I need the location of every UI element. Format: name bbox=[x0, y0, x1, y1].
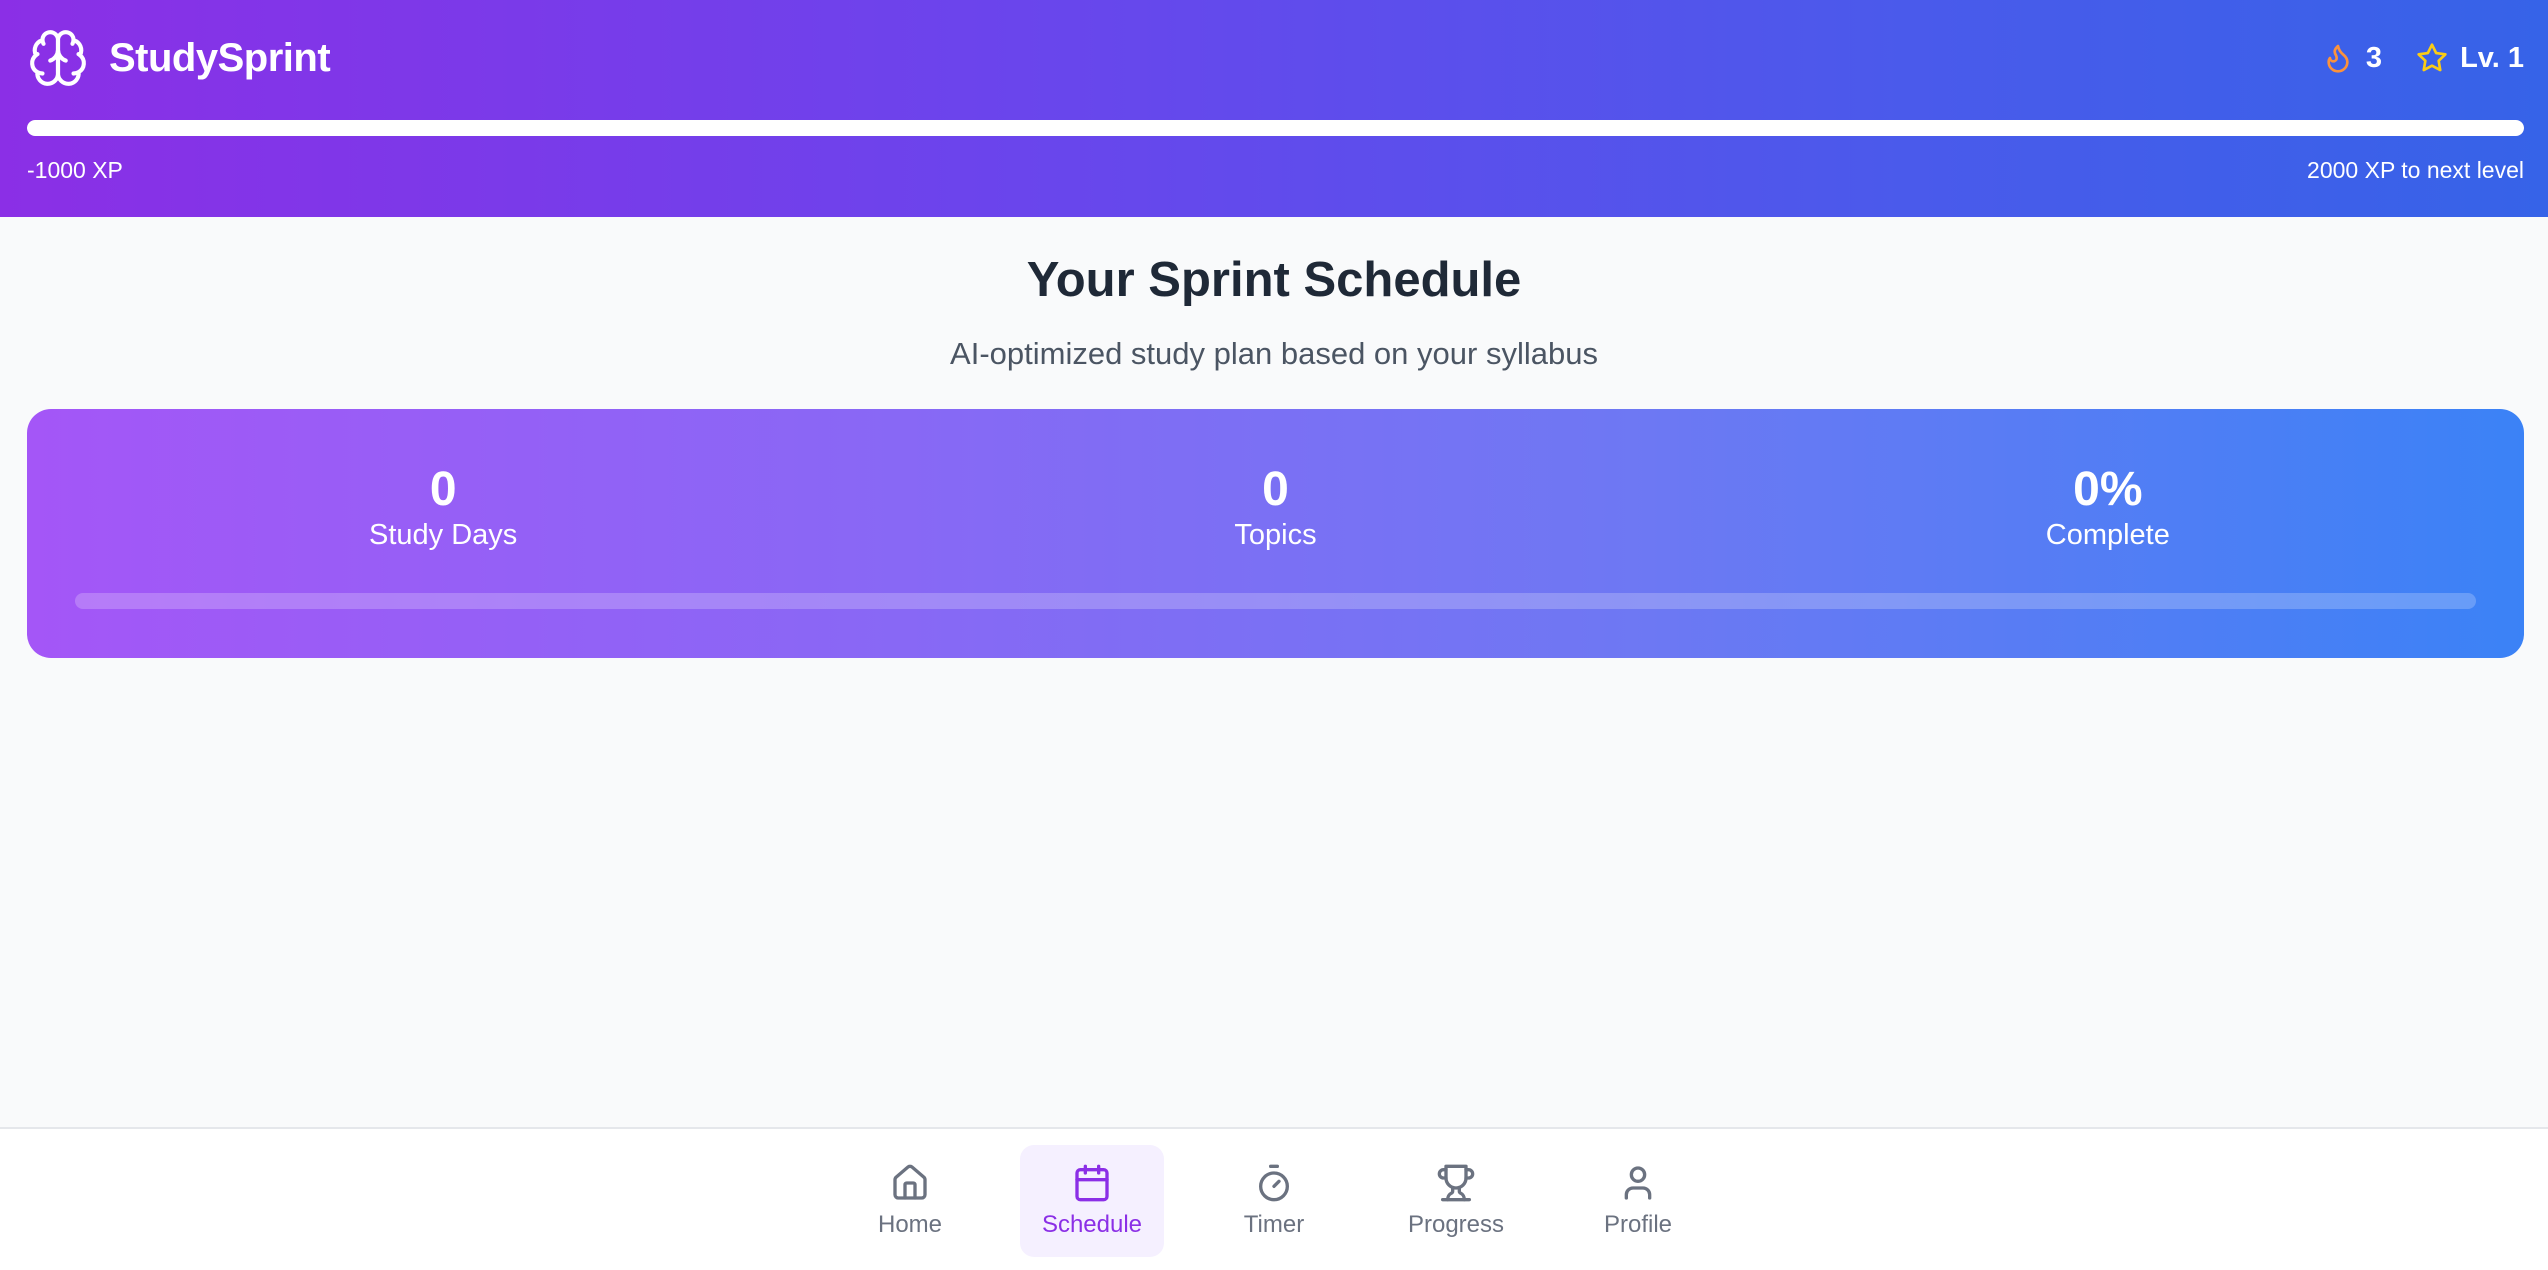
nav-label: Progress bbox=[1407, 1211, 1505, 1238]
xp-current: -1000 XP bbox=[27, 157, 123, 183]
nav-item-profile[interactable]: Profile bbox=[1566, 1145, 1710, 1257]
stat-label: Study Days bbox=[369, 519, 518, 552]
summary-stats: 0 Study Days 0 Topics 0% Complete bbox=[27, 463, 2524, 552]
nav-item-timer[interactable]: Timer bbox=[1202, 1145, 1346, 1257]
xp-progress-bar bbox=[27, 120, 2524, 136]
timer-icon bbox=[1259, 1164, 1289, 1202]
nav-label: Timer bbox=[1243, 1211, 1305, 1238]
nav-item-progress[interactable]: Progress bbox=[1384, 1145, 1528, 1257]
app-name: StudySprint bbox=[109, 35, 331, 80]
stat-value: 0% bbox=[2073, 463, 2143, 516]
schedule-progress-bar bbox=[75, 593, 2476, 609]
user-icon bbox=[1624, 1166, 1652, 1200]
trophy-icon bbox=[1437, 1164, 1475, 1202]
stat-value: 0 bbox=[1262, 463, 1289, 516]
page-title: Your Sprint Schedule bbox=[1026, 253, 1522, 307]
home-icon bbox=[893, 1164, 927, 1200]
page-subtitle: AI-optimized study plan based on your sy… bbox=[950, 336, 1598, 371]
brain-icon bbox=[30, 30, 86, 86]
summary-stat-study-days: 0 Study Days bbox=[27, 463, 859, 552]
summary-stat-topics: 0 Topics bbox=[859, 463, 1691, 552]
stat-label: Complete bbox=[2045, 519, 2170, 552]
calendar-icon bbox=[1075, 1164, 1109, 1202]
level-badge[interactable]: Lv. 1 bbox=[2416, 42, 2524, 75]
brand[interactable]: StudySprint bbox=[27, 26, 331, 90]
level-label: Lv. 1 bbox=[2460, 41, 2524, 74]
xp-to-next-level: 2000 XP to next level bbox=[2307, 157, 2524, 183]
stat-label: Topics bbox=[1234, 519, 1317, 552]
flame-icon bbox=[2327, 44, 2349, 73]
nav-item-home[interactable]: Home bbox=[838, 1145, 982, 1257]
summary-stat-complete: 0% Complete bbox=[1692, 463, 2524, 552]
nav-label: Home bbox=[877, 1211, 943, 1238]
xp-progress-fill bbox=[27, 120, 2524, 136]
streak-counter[interactable]: 3 bbox=[2322, 42, 2382, 75]
streak-value: 3 bbox=[2365, 41, 2383, 74]
schedule-summary-card: 0 Study Days 0 Topics 0% Complete bbox=[27, 409, 2524, 658]
nav-label: Profile bbox=[1603, 1211, 1673, 1238]
bottom-nav: Home Schedule Timer Progress Profile bbox=[0, 1127, 2548, 1270]
app-header: StudySprint 3 Lv. 1 -1000 XP 2000 XP to … bbox=[0, 0, 2548, 217]
stat-value: 0 bbox=[429, 463, 457, 516]
user-stats: 3 Lv. 1 bbox=[2322, 36, 2524, 80]
nav-label: Schedule bbox=[1041, 1211, 1143, 1238]
star-icon bbox=[2417, 43, 2447, 72]
nav-item-schedule[interactable]: Schedule bbox=[1020, 1145, 1164, 1257]
